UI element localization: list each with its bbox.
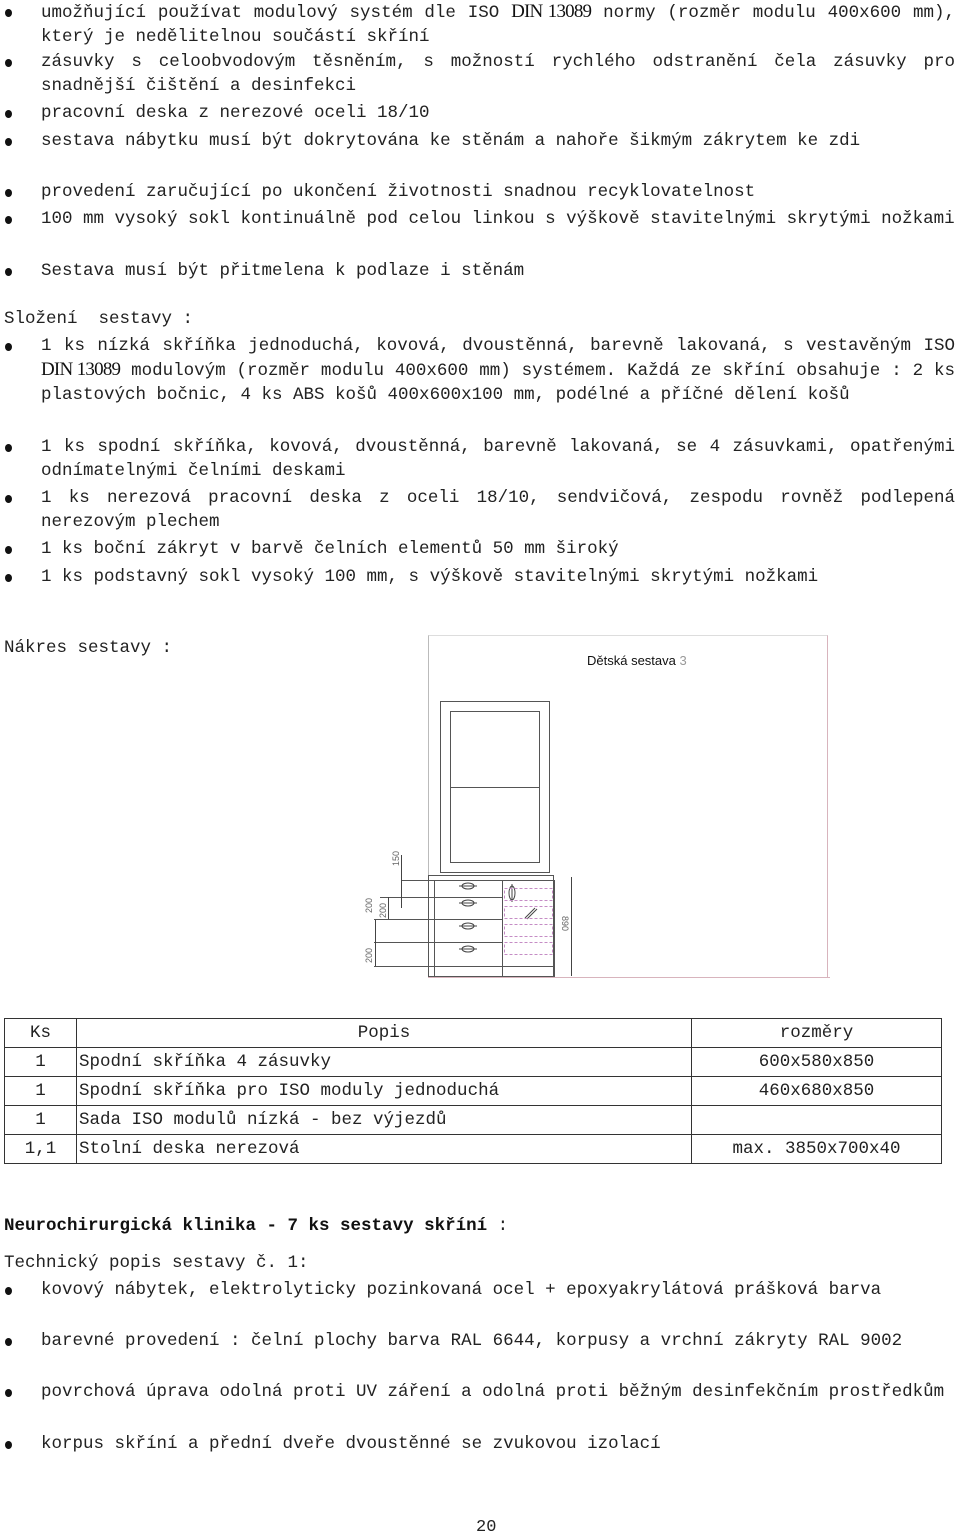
cell-rozmery: max. 3850x700x40 [691,1134,942,1164]
cell-popis: Spodní skříňka pro ISO moduly jednoduchá [76,1076,692,1106]
dim-label-890: 890 [560,916,570,931]
cell-popis: Sada ISO modulů nízká - bez výjezdů [76,1105,692,1135]
worktop [428,875,554,881]
dim-label-200-2: 200 [378,903,388,918]
table-row: 1 Spodní skříňka 4 zásuvky 600x580x850 [4,1047,942,1077]
table-row: 1,1 Stolní deska nerezová max. 3850x700x… [4,1134,942,1164]
dim-label-150: 150 [391,851,401,866]
cell-rozmery [691,1105,942,1135]
cell-ks: 1 [4,1076,77,1106]
bullet-icon [5,1338,12,1346]
iso-module [504,942,553,955]
cell-ks: 1,1 [4,1134,77,1164]
dim-label-200-3: 200 [364,948,374,963]
items-table: Ks Popis rozměry 1 Spodní skříňka 4 zásu… [4,1018,942,1164]
cell-ks: 1 [4,1047,77,1077]
page-number: 20 [476,1518,497,1537]
table-header-row: Ks Popis rozměry [4,1018,942,1048]
iso-module [504,924,553,937]
bullet-icon [5,1389,12,1397]
header-ks: Ks [4,1018,77,1048]
cell-rozmery: 600x580x850 [691,1047,942,1077]
bullet-icon [5,1441,12,1449]
section-subheading: Technický popis sestavy č. 1: [4,1253,309,1273]
cell-ks: 1 [4,1105,77,1135]
bullet-icon [5,1287,12,1295]
header-popis: Popis [76,1018,692,1048]
table-row: 1 Sada ISO modulů nízká - bez výjezdů [4,1105,942,1135]
section-title: Neurochirurgická klinika - 7 ks sestavy … [4,1216,509,1236]
dim-label-200-1: 200 [364,898,374,913]
iso-module [504,906,553,919]
furniture-drawing: 150 200 200 200 890 [364,701,830,978]
cell-popis: Spodní skříňka 4 zásuvky [76,1047,692,1077]
base-cabinet [428,880,554,977]
cell-rozmery: 460x680x850 [691,1076,942,1106]
table-row: 1 Spodní skříňka pro ISO moduly jednoduc… [4,1076,942,1106]
header-rozmery: rozměry [691,1018,942,1048]
cell-popis: Stolní deska nerezová [76,1134,692,1164]
